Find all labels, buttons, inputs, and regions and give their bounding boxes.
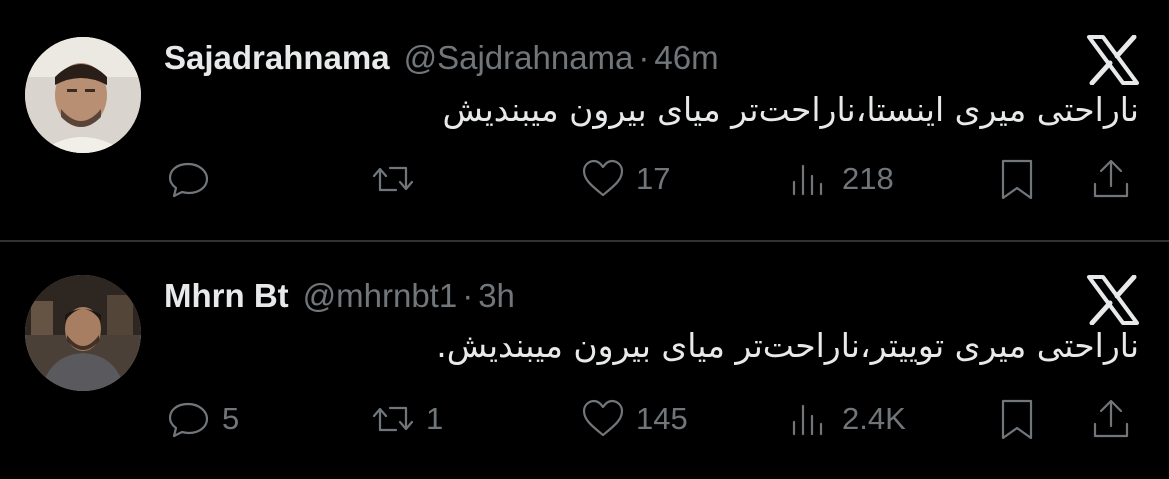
reply-button[interactable] [166, 154, 222, 204]
tweet-text: ناراحتی میری توییتر،ناراحت‌تر میای بیرون… [436, 326, 1139, 365]
action-bar: 17 218 [0, 154, 1169, 204]
tweet[interactable]: Sajadrahnama @Sajdrahnama · 46m ناراحتی میر… [0, 0, 1169, 240]
repost-icon [372, 406, 414, 432]
views-count: 2.4K [842, 401, 906, 436]
timestamp[interactable]: 3h [478, 277, 515, 314]
tweet-header: Sajadrahnama @Sajdrahnama · 46m [164, 38, 719, 78]
repost-button[interactable] [370, 154, 426, 204]
author-handle[interactable]: @Sajdrahnama [404, 39, 634, 76]
views-icon [792, 164, 823, 196]
bookmark-icon [1001, 159, 1033, 200]
bookmark-icon [1001, 399, 1033, 440]
reply-icon [168, 162, 209, 198]
views-count: 218 [842, 161, 894, 196]
bookmark-button[interactable] [994, 154, 1040, 204]
repost-button[interactable]: 1 [370, 394, 443, 444]
tweet-header: Mhrn Bt @mhrnbt1 · 3h [164, 276, 515, 316]
like-button[interactable]: 145 [580, 394, 688, 444]
reply-count: 5 [222, 401, 240, 436]
like-icon [582, 399, 624, 437]
share-icon [1093, 159, 1129, 198]
x-logo-icon [1087, 275, 1139, 325]
views-button[interactable]: 2.4K [786, 394, 906, 444]
tweet[interactable]: Mhrn Bt @mhrnbt1 · 3h ناراحتی میری توییتر،ن… [0, 242, 1169, 479]
avatar[interactable] [25, 37, 141, 153]
separator-dot: · [462, 277, 474, 314]
separator-dot: · [638, 39, 650, 76]
author-handle[interactable]: @mhrnbt1 [303, 277, 458, 314]
x-logo-icon [1087, 35, 1139, 85]
share-button[interactable] [1088, 154, 1134, 204]
action-bar: 5 1 145 2.4K [0, 394, 1169, 444]
reply-button[interactable]: 5 [166, 394, 239, 444]
tweet-text: ناراحتی میری اینستا،ناراحت‌تر میای بیرون… [442, 90, 1139, 129]
author-name[interactable]: Sajadrahnama [164, 39, 390, 76]
repost-count: 1 [426, 401, 444, 436]
avatar[interactable] [25, 275, 141, 391]
timestamp[interactable]: 46m [654, 39, 718, 76]
like-icon [582, 159, 624, 197]
views-button[interactable]: 218 [786, 154, 894, 204]
author-name[interactable]: Mhrn Bt [164, 277, 289, 314]
share-button[interactable] [1088, 394, 1134, 444]
share-icon [1093, 399, 1129, 438]
like-count: 17 [636, 161, 671, 196]
bookmark-button[interactable] [994, 394, 1040, 444]
like-button[interactable]: 17 [580, 154, 670, 204]
repost-icon [372, 166, 414, 192]
views-icon [792, 404, 823, 436]
reply-icon [168, 402, 209, 438]
like-count: 145 [636, 401, 688, 436]
